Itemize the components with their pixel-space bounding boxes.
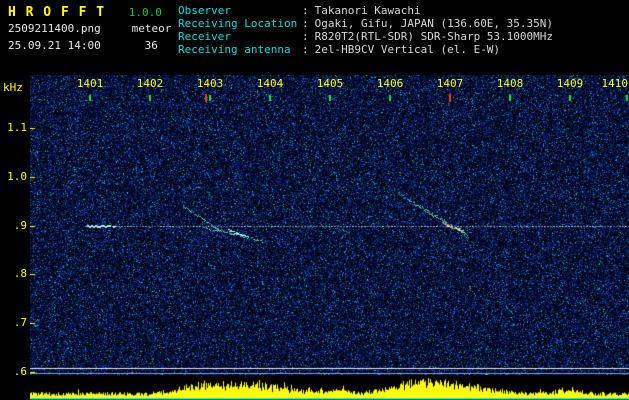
x-tick-label: 1402 bbox=[136, 77, 164, 90]
x-tick-label: 1405 bbox=[316, 77, 344, 90]
x-tick-label: 1407 bbox=[436, 77, 464, 90]
x-tick-label: 1401 bbox=[76, 77, 104, 90]
info-value: Takanori Kawachi bbox=[314, 4, 421, 17]
info-label: Observer bbox=[178, 4, 231, 17]
record-datetime: 25.09.21 14:00 bbox=[8, 39, 101, 52]
y-axis-ticks: 1.1 1.0 .9 .8 .7 .6 bbox=[0, 75, 29, 378]
y-tick-label: 1.0 bbox=[7, 169, 27, 183]
y-tick-label: .6 bbox=[13, 364, 27, 378]
info-value: R820T2(RTL-SDR) SDR-Sharp 53.1000MHz bbox=[314, 30, 554, 43]
y-tick-label: 1.1 bbox=[7, 121, 27, 134]
info-label: Receiver bbox=[178, 30, 231, 43]
info-separator: : bbox=[302, 4, 309, 17]
info-value: Ogaki, Gifu, JAPAN (136.60E, 35.35N) bbox=[314, 17, 554, 30]
header: H R O F F T 1.0.0 2509211400.png meteor … bbox=[0, 0, 629, 75]
info-separator: : bbox=[302, 43, 309, 56]
station-info-row: Receiving Location: Ogaki, Gifu, JAPAN (1… bbox=[178, 17, 553, 30]
header-left: H R O F F T 1.0.0 2509211400.png meteor … bbox=[8, 3, 171, 55]
app-version: 1.0.0 bbox=[128, 6, 162, 19]
spectrogram-canvas bbox=[30, 75, 629, 375]
y-tick-label: .9 bbox=[13, 218, 27, 232]
x-axis-ticks: 1401 1402 1403 1404 1405 1406 1407 1408 1409 1410 bbox=[30, 78, 629, 91]
x-tick-label: 1409 bbox=[556, 77, 584, 90]
x-tick-label: 1408 bbox=[496, 77, 524, 90]
x-tick-label: 1404 bbox=[256, 77, 284, 90]
info-separator: : bbox=[302, 30, 309, 43]
info-label: Receiving antenna bbox=[178, 43, 291, 56]
station-info: Observer: Takanori Kawachi Receiving Locat… bbox=[178, 4, 553, 56]
y-tick-label: .8 bbox=[13, 267, 27, 281]
info-label: Receiving Location bbox=[178, 17, 298, 30]
hrofft-screen: H R O F F T 1.0.0 2509211400.png meteor … bbox=[0, 0, 629, 400]
info-value: 2el-HB9CV Vertical (el. E-W) bbox=[314, 43, 501, 56]
echo-count: 36 bbox=[144, 39, 158, 52]
app-title: H R O F F T bbox=[8, 5, 106, 20]
station-info-row: Receiver: R820T2(RTL-SDR) SDR-Sharp 53.10… bbox=[178, 30, 553, 43]
station-info-row: Observer: Takanori Kawachi bbox=[178, 4, 553, 17]
y-tick-label: .7 bbox=[13, 316, 27, 329]
mode-label: meteor bbox=[131, 22, 172, 35]
spectrogram-plot: kHz 1.1 1.0.9.8.7.6 1401 1402 1403 1404 1405 1… bbox=[0, 75, 629, 400]
x-tick-label: 1406 bbox=[376, 77, 404, 90]
info-separator: : bbox=[302, 17, 309, 30]
x-tick-label: 1403 bbox=[196, 77, 224, 90]
level-meter-canvas bbox=[30, 375, 629, 400]
x-tick-label: 1410 bbox=[601, 77, 629, 90]
station-info-row: Receiving antenna:2el-HB9CV Vertical (el… bbox=[178, 43, 553, 56]
output-filename: 2509211400.png bbox=[8, 22, 101, 35]
